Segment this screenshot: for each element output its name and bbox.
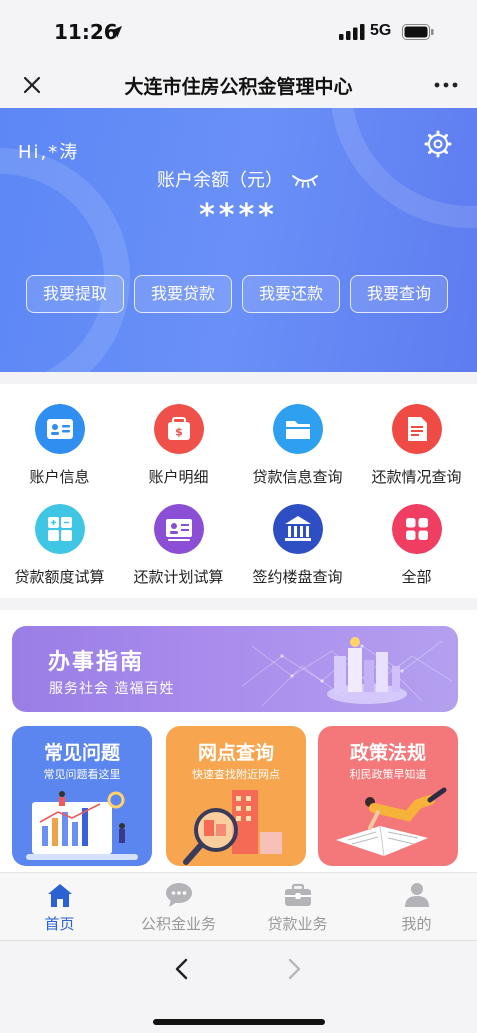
- tab-label: 首页: [44, 915, 75, 933]
- balance-label: 账户余额（元）: [157, 170, 283, 191]
- content-section: 办事指南 服务社会 造福百姓 常见问题 常见问题看这里 网点查询 快速查找附近网…: [0, 610, 477, 872]
- service-label: 贷款信息查询: [252, 468, 343, 486]
- guide-subtitle: 服务社会 造福百姓: [49, 681, 175, 697]
- bank-building-icon: [272, 504, 323, 554]
- card-subtitle: 快速查找附近网点: [192, 768, 280, 781]
- bottom-tab-bar: 首页 公积金业务 贷款业务 我的: [0, 872, 477, 940]
- decor-circle: [0, 148, 130, 372]
- loan-button[interactable]: 我要贷款: [134, 275, 232, 313]
- policy-card[interactable]: 政策法规 利民政策早知道: [318, 726, 458, 866]
- faq-card[interactable]: 常见问题 常见问题看这里: [12, 726, 152, 866]
- tab-label: 公积金业务: [140, 915, 216, 933]
- faq-illustration: [26, 791, 138, 860]
- tab-home[interactable]: 首页: [0, 873, 119, 941]
- page-title: 大连市住房公积金管理中心: [124, 76, 353, 98]
- tab-label: 贷款业务: [267, 915, 328, 933]
- chat-bubble-icon: [165, 883, 192, 907]
- guide-banner[interactable]: 办事指南 服务社会 造福百姓: [12, 626, 458, 712]
- services-grid: 账户信息 $ 账户明细 贷款信息查询 还款情况查询 贷款额度试算 还款计划试算 …: [0, 384, 477, 598]
- folder-icon: [272, 404, 323, 454]
- service-label: 贷款额度试算: [14, 568, 105, 586]
- service-label: 账户明细: [148, 468, 209, 486]
- chevron-left-icon[interactable]: [172, 957, 192, 981]
- chevron-right-icon[interactable]: [284, 957, 304, 981]
- grid-apps-icon: [391, 504, 442, 554]
- service-property-query[interactable]: 签约楼盘查询: [238, 504, 357, 587]
- network-type: 5G: [370, 22, 392, 39]
- location-arrow-icon: [110, 26, 122, 38]
- service-loan-info[interactable]: 贷款信息查询: [238, 404, 357, 487]
- card-title: 政策法规: [349, 742, 426, 764]
- branch-query-card[interactable]: 网点查询 快速查找附近网点: [166, 726, 306, 866]
- service-label: 还款计划试算: [133, 568, 224, 586]
- tab-loan-business[interactable]: 贷款业务: [238, 873, 357, 941]
- battery-icon: [402, 24, 434, 40]
- withdraw-button[interactable]: 我要提取: [26, 275, 124, 313]
- eye-closed-icon[interactable]: [290, 172, 320, 188]
- home-indicator[interactable]: [153, 1019, 325, 1025]
- service-repay-plan[interactable]: 还款计划试算: [119, 504, 238, 587]
- service-label: 账户信息: [29, 468, 90, 486]
- card-subtitle: 利民政策早知道: [349, 768, 427, 781]
- tab-fund-business[interactable]: 公积金业务: [119, 873, 238, 941]
- tab-label: 我的: [401, 915, 432, 933]
- status-bar: 11:26 5G: [0, 0, 477, 62]
- browser-toolbar: [0, 940, 477, 1033]
- tab-mine[interactable]: 我的: [357, 873, 476, 941]
- service-label: 签约楼盘查询: [252, 568, 343, 586]
- more-dots-icon[interactable]: [432, 73, 460, 97]
- service-repay-status[interactable]: 还款情况查询: [357, 404, 476, 487]
- calculator-icon: [34, 504, 85, 554]
- signal-bars-icon: [339, 24, 365, 40]
- branch-illustration: [183, 790, 282, 865]
- user-icon: [404, 883, 429, 907]
- card-title: 网点查询: [197, 742, 274, 764]
- svg-text:$: $: [175, 426, 183, 439]
- service-label: 全部: [401, 568, 432, 586]
- guide-illustration: [242, 637, 453, 707]
- id-card-icon: [34, 404, 85, 454]
- home-icon: [47, 884, 72, 907]
- greeting-text: Hi,*涛: [18, 142, 80, 163]
- account-hero: Hi,*涛 账户余额（元） **** 我要提取 我要贷款 我要还款 我要查询: [0, 108, 477, 372]
- query-button[interactable]: 我要查询: [350, 275, 448, 313]
- quick-actions: 我要提取 我要贷款 我要还款 我要查询: [26, 275, 452, 313]
- gear-icon[interactable]: [424, 130, 452, 158]
- service-all[interactable]: 全部: [357, 504, 476, 587]
- balance-value: ****: [199, 198, 278, 233]
- service-account-detail[interactable]: $ 账户明细: [119, 404, 238, 487]
- document-icon: [391, 404, 442, 454]
- guide-title: 办事指南: [48, 650, 145, 675]
- repay-button[interactable]: 我要还款: [242, 275, 340, 313]
- card-subtitle: 常见问题看这里: [43, 768, 121, 781]
- presentation-icon: [153, 504, 204, 554]
- policy-illustration: [336, 787, 447, 857]
- service-account-info[interactable]: 账户信息: [0, 404, 119, 487]
- service-loan-calc[interactable]: 贷款额度试算: [0, 504, 119, 587]
- service-label: 还款情况查询: [371, 468, 462, 486]
- briefcase-icon: [284, 883, 311, 906]
- nav-bar: 大连市住房公积金管理中心: [0, 62, 477, 108]
- card-title: 常见问题: [43, 742, 120, 764]
- wallet-icon: $: [153, 404, 204, 454]
